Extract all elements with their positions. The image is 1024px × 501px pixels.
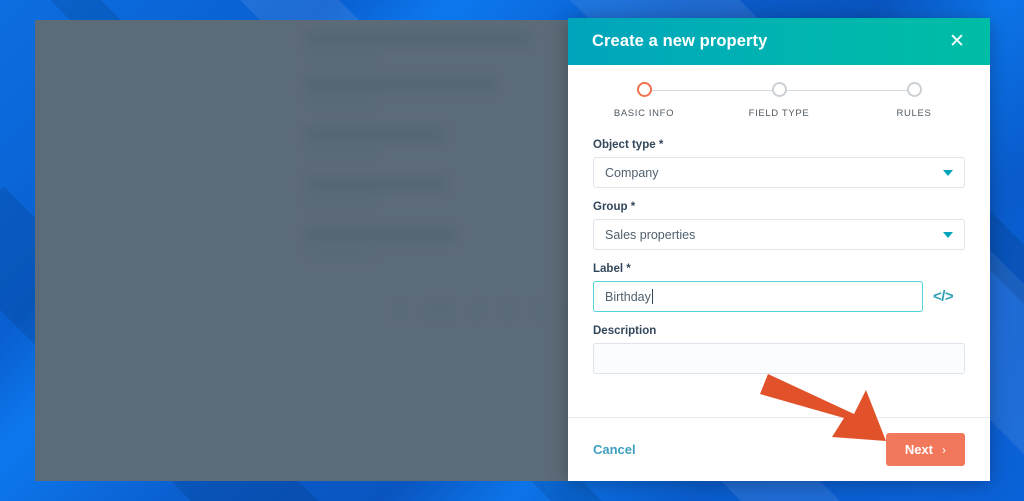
chevron-right-icon: ›	[942, 442, 946, 457]
create-property-modal: Create a new property ✕ BASIC INFO FIELD…	[568, 18, 990, 481]
step-dot-icon	[636, 82, 652, 97]
field-label: Object type *	[593, 139, 664, 151]
next-button-label: Next	[904, 442, 933, 457]
field-group: Group * Sales properties	[593, 201, 965, 250]
step-label: BASIC INFO	[613, 108, 675, 119]
field-label-name: Label * Birthday </>	[593, 263, 965, 312]
step-field-type[interactable]: FIELD TYPE	[732, 79, 826, 139]
code-icon[interactable]: </>	[933, 288, 954, 305]
modal-title: Create a new property	[592, 32, 768, 50]
cancel-button[interactable]: Cancel	[593, 442, 636, 457]
step-dot-icon	[906, 82, 922, 97]
field-description: Description	[593, 325, 965, 374]
step-basic-info[interactable]: BASIC INFO	[597, 79, 691, 139]
label-input-value: Birthday	[605, 289, 651, 304]
field-label: Description	[593, 325, 657, 337]
group-value: Sales properties	[605, 227, 696, 242]
field-label: Label *	[593, 263, 631, 275]
step-dot-icon	[771, 82, 787, 97]
wizard-stepper: BASIC INFO FIELD TYPE RULES	[597, 79, 961, 139]
modal-footer: Cancel Next ›	[568, 417, 990, 481]
step-label: RULES	[896, 108, 932, 119]
field-object-type: Object type * Company	[593, 139, 965, 188]
next-button[interactable]: Next ›	[885, 433, 965, 466]
text-cursor	[651, 289, 653, 304]
chevron-down-icon	[943, 169, 953, 176]
step-label: FIELD TYPE	[748, 108, 810, 119]
object-type-value: Company	[605, 165, 659, 180]
chevron-down-icon	[943, 231, 953, 238]
label-input[interactable]: Birthday	[593, 281, 923, 312]
close-icon[interactable]: ✕	[946, 32, 968, 51]
group-select[interactable]: Sales properties	[593, 219, 965, 250]
description-input[interactable]	[593, 343, 965, 374]
step-rules[interactable]: RULES	[867, 79, 961, 139]
field-label: Group *	[593, 201, 636, 213]
modal-body: BASIC INFO FIELD TYPE RULES Object type …	[568, 65, 990, 417]
modal-header: Create a new property ✕	[568, 18, 990, 65]
object-type-select[interactable]: Company	[593, 157, 965, 188]
